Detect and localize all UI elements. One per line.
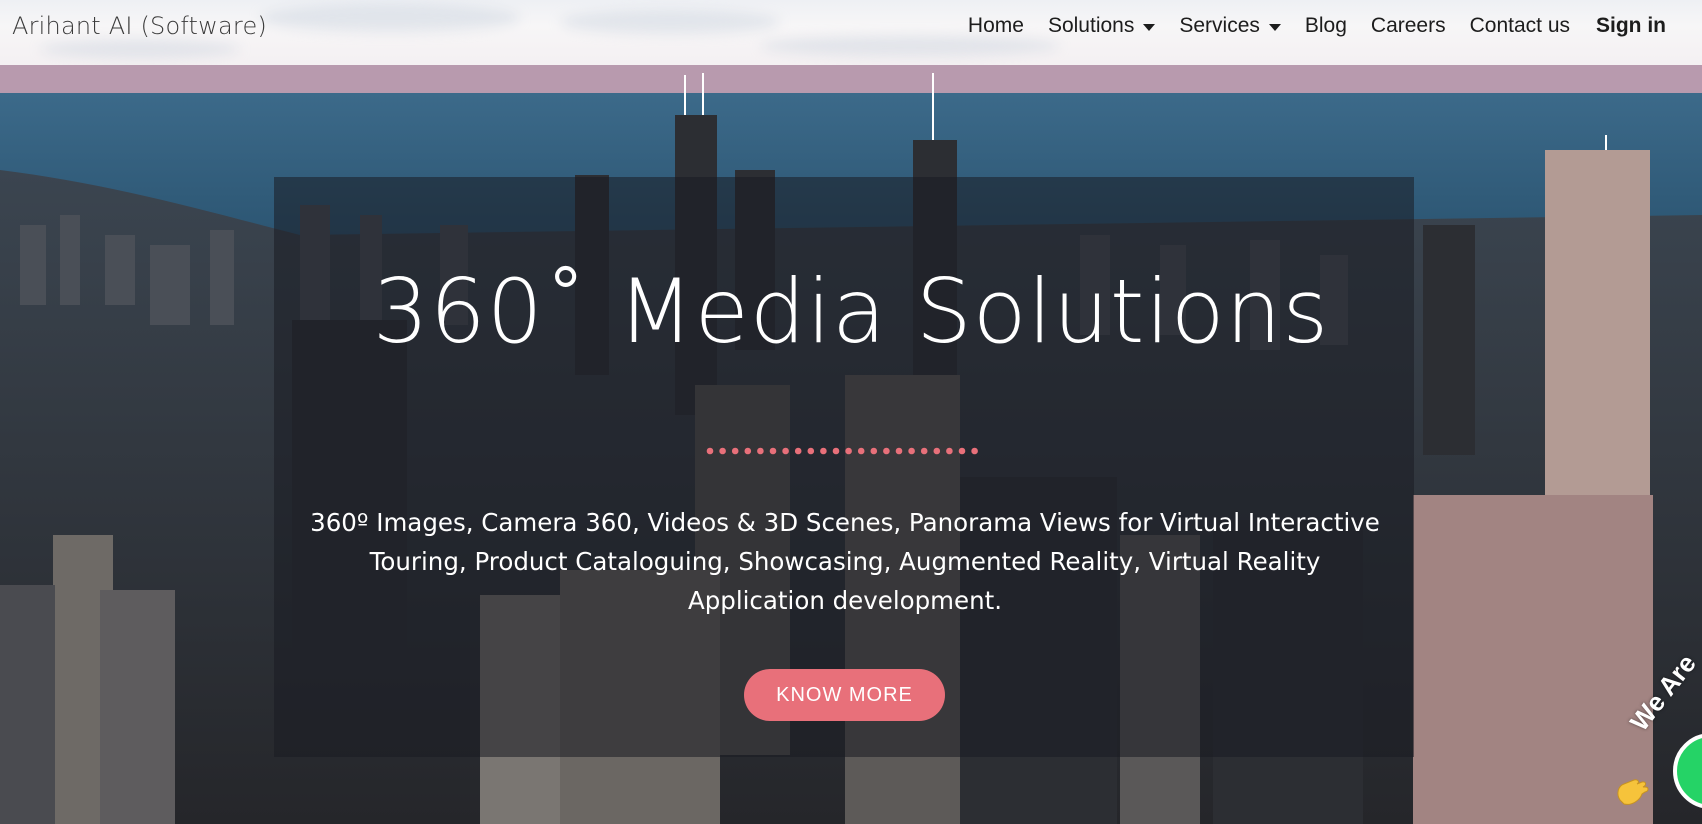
nav-home[interactable]: Home: [968, 14, 1024, 38]
sky-cloud: [260, 4, 520, 32]
underline-dot: [908, 447, 915, 455]
underline-dot: [933, 447, 941, 455]
nav-links: Home Solutions Services Blog Careers Con…: [944, 0, 1702, 52]
underline-dot: [719, 447, 726, 455]
nav-home-label: Home: [967, 14, 1024, 37]
underline-dot: [769, 447, 777, 455]
underline-dot: [782, 447, 789, 455]
underline-dot: [706, 447, 714, 455]
signin-link[interactable]: Sign in: [1596, 14, 1666, 38]
title-underline-dots: [706, 447, 978, 455]
nav-blog[interactable]: Blog: [1305, 14, 1347, 38]
underline-dot: [971, 447, 978, 455]
sky-cloud: [560, 10, 780, 34]
sky-cloud: [40, 40, 240, 58]
top-navbar: Arihant AI (Software) Home Solutions Ser…: [0, 0, 1702, 65]
whatsapp-chat-button[interactable]: [1673, 733, 1702, 809]
underline-dot: [794, 447, 802, 455]
underline-dot: [958, 447, 966, 455]
chat-widget[interactable]: We Are: [1610, 649, 1702, 824]
underline-dot: [895, 447, 903, 455]
nav-services-label: Services: [1179, 14, 1260, 37]
hero-title: 360˚ Media Solutions: [372, 260, 1330, 363]
underline-dot: [757, 447, 764, 455]
chevron-down-icon: [1268, 23, 1281, 31]
underline-dot: [807, 447, 815, 455]
underline-dot: [870, 447, 878, 455]
nav-blog-label: Blog: [1304, 14, 1347, 37]
underline-dot: [820, 447, 827, 455]
chevron-down-icon: [1143, 23, 1156, 31]
nav-solutions-label: Solutions: [1047, 14, 1135, 37]
underline-dot: [744, 447, 752, 455]
underline-dot: [883, 447, 890, 455]
underline-dot: [731, 447, 739, 455]
underline-dot: [832, 447, 840, 455]
hero-description: 360º Images, Camera 360, Videos & 3D Sce…: [310, 508, 1380, 615]
underline-dot: [920, 447, 928, 455]
hero-section: 360˚ Media Solutions 360º Images, Camera…: [0, 65, 1702, 824]
nav-careers-label: Careers: [1370, 14, 1446, 37]
underline-dot: [845, 447, 852, 455]
waving-hand-icon: [1617, 779, 1649, 805]
underline-dot: [946, 447, 953, 455]
sky-strip: [0, 65, 1702, 95]
nav-careers[interactable]: Careers: [1371, 14, 1446, 38]
underline-dot: [857, 447, 865, 455]
know-more-button[interactable]: KNOW MORE: [744, 669, 945, 721]
brand-logo-text[interactable]: Arihant AI (Software): [12, 12, 267, 40]
nav-contact[interactable]: Contact us: [1470, 14, 1570, 38]
nav-contact-label: Contact us: [1469, 14, 1570, 37]
nav-services[interactable]: Services: [1179, 14, 1281, 38]
nav-solutions[interactable]: Solutions: [1047, 14, 1156, 38]
